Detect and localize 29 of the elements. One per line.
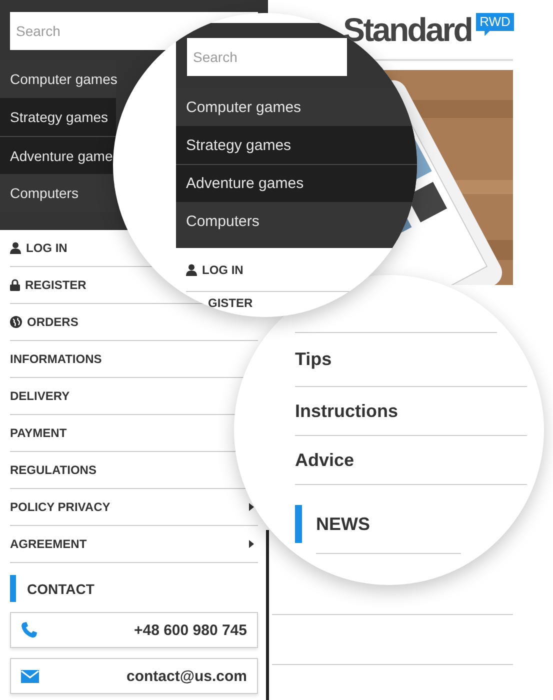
menu-link[interactable]: INFORMATIONS <box>10 352 102 366</box>
menu-link[interactable]: GISTER <box>208 296 253 310</box>
menu-link[interactable]: POLICY PRIVACY <box>10 500 110 514</box>
menu-link[interactable]: Tips <box>295 333 527 387</box>
envelope-icon <box>21 670 39 682</box>
section-heading: CONTACT <box>10 575 258 602</box>
phone-icon <box>21 622 37 638</box>
menu-link[interactable]: LOG IN <box>10 241 68 255</box>
logo-badge: RWD <box>476 13 514 36</box>
user-icon <box>10 242 21 254</box>
contact-email[interactable]: contact@us.com <box>10 658 258 694</box>
menu-link[interactable]: REGISTER <box>10 278 86 292</box>
menu-link[interactable]: ORDERS <box>10 315 78 329</box>
contact-phone[interactable]: +48 600 980 745 <box>10 612 258 648</box>
category-item[interactable]: Strategy games <box>176 126 417 164</box>
section-heading: NEWS <box>295 505 527 543</box>
search-field[interactable]: Search <box>187 38 347 76</box>
menu-link[interactable]: Advice <box>295 436 527 485</box>
menu-link[interactable]: Instructions <box>295 387 527 436</box>
category-item[interactable]: Adventure games <box>176 164 417 202</box>
user-icon <box>186 264 197 276</box>
category-item[interactable]: Strategy games <box>0 98 116 136</box>
menu-link[interactable]: REGULATIONS <box>10 463 96 477</box>
category-item[interactable]: Adventure game <box>0 136 116 174</box>
menu-link[interactable]: AGREEMENT <box>10 537 87 551</box>
menu-link[interactable]: LOG IN <box>186 262 244 276</box>
menu-link[interactable]: PAYMENT <box>10 426 67 440</box>
lock-icon <box>10 279 20 291</box>
menu-link[interactable]: DELIVERY <box>10 389 70 403</box>
